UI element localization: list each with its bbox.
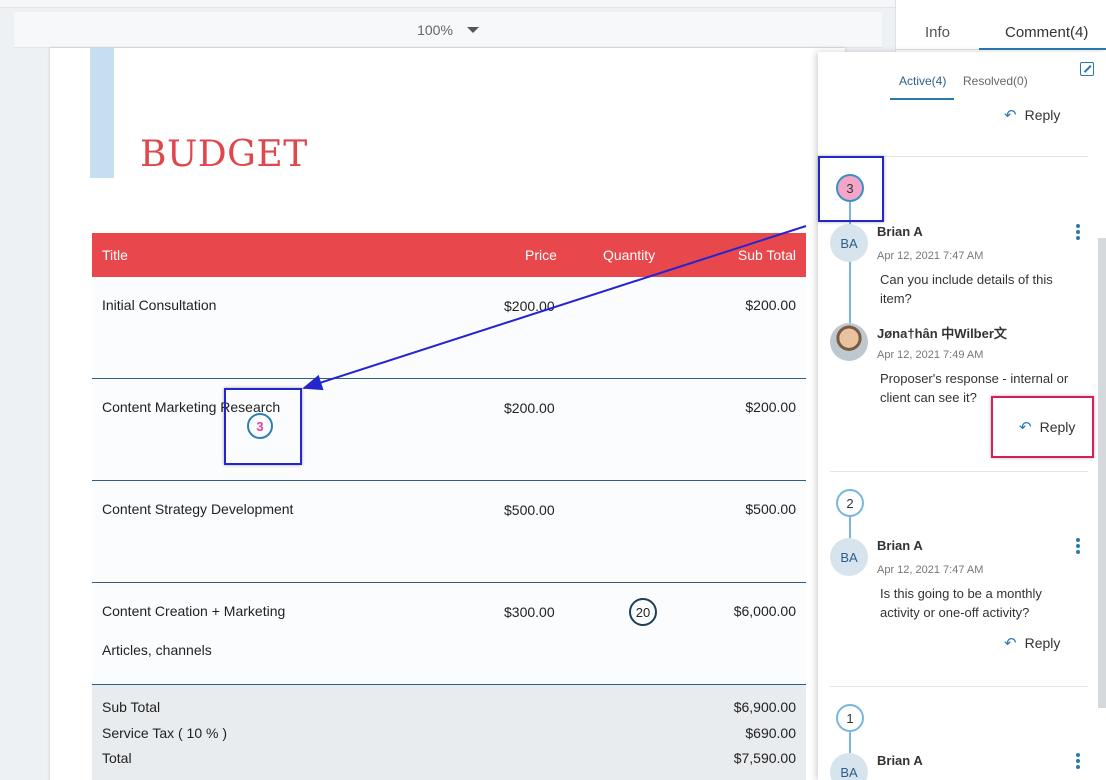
summary-value: $690.00 xyxy=(745,725,796,741)
comment-time: Apr 12, 2021 7:47 AM xyxy=(877,564,984,576)
budget-table: Title Price Quantity Sub Total Initial C… xyxy=(92,233,806,780)
summary-block: Sub Total $6,900.00 Service Tax ( 10 % )… xyxy=(92,685,806,780)
reply-button[interactable]: ↶ Reply xyxy=(1004,106,1060,124)
reply-button[interactable]: ↶ Reply xyxy=(1004,634,1060,652)
zoom-bar: 100% xyxy=(14,12,882,48)
zoom-value[interactable]: 100% xyxy=(417,22,453,38)
reply-label: Reply xyxy=(1024,635,1061,651)
summary-label: Sub Total xyxy=(102,699,161,715)
reply-icon: ↶ xyxy=(1004,635,1017,652)
chevron-down-icon[interactable] xyxy=(466,26,479,33)
header-price: Price xyxy=(525,247,557,263)
table-row: Content Creation + Marketing Articles, c… xyxy=(92,583,806,685)
quantity-comment-marker[interactable]: 20 xyxy=(629,598,657,626)
panel-tabs: Info Comment(4) xyxy=(896,14,1106,50)
summary-label: Service Tax ( 10 % ) xyxy=(102,725,228,741)
avatar: BA xyxy=(830,538,868,576)
summary-value: $7,590.00 xyxy=(733,750,796,766)
table-header: Title Price Quantity Sub Total xyxy=(92,233,806,277)
collapse-icon[interactable] xyxy=(1080,62,1094,76)
summary-label: Total xyxy=(102,750,132,766)
row-subtitle: Articles, channels xyxy=(102,642,212,658)
subtab-resolved[interactable]: Resolved(0) xyxy=(963,74,1028,88)
annotation-highlight-box xyxy=(818,156,884,222)
more-options-icon[interactable] xyxy=(1076,753,1080,771)
row-price: $300.00 xyxy=(504,604,555,620)
comment-author: Brian A xyxy=(877,538,923,553)
avatar: BA xyxy=(830,753,868,780)
row-title: Content Strategy Development xyxy=(102,501,294,517)
divider xyxy=(830,471,1088,472)
comment-time: Apr 12, 2021 7:47 AM xyxy=(877,250,984,262)
thread-line xyxy=(849,732,851,753)
subtab-underline xyxy=(890,98,954,100)
row-total: $500.00 xyxy=(745,501,796,517)
header-title: Title xyxy=(102,247,128,263)
document-page: BUDGET Title Price Quantity Sub Total In… xyxy=(50,48,845,780)
accent-bar xyxy=(90,48,114,178)
avatar-photo xyxy=(830,323,868,361)
tab-underline xyxy=(979,48,1106,50)
header-quantity: Quantity xyxy=(603,247,656,263)
header-subtotal: Sub Total xyxy=(737,247,796,263)
row-total: $200.00 xyxy=(745,399,796,415)
thread-marker[interactable]: 2 xyxy=(836,489,864,517)
avatar: BA xyxy=(830,224,868,262)
row-price: $200.00 xyxy=(504,400,555,416)
document-title: BUDGET xyxy=(140,134,308,175)
table-row: Initial Consultation $200.00 $200.00 xyxy=(92,277,806,379)
comment-text: Can you include details of this item? xyxy=(880,272,1053,306)
annotation-highlight-box xyxy=(224,388,302,465)
row-title: Content Creation + Marketing xyxy=(102,603,286,619)
comment-author: Brian A xyxy=(877,753,923,768)
row-total: $6,000.00 xyxy=(733,603,796,619)
more-options-icon[interactable] xyxy=(1076,538,1080,556)
reply-icon: ↶ xyxy=(1004,107,1017,124)
scrollbar[interactable] xyxy=(1098,238,1106,708)
thread-line xyxy=(849,517,851,538)
comment-text: Is this going to be a monthly activity o… xyxy=(880,586,1042,620)
row-total: $200.00 xyxy=(745,297,796,313)
reply-label: Reply xyxy=(1024,107,1061,123)
table-row: Content Marketing Research $200.00 $200.… xyxy=(92,379,806,481)
table-row: Content Strategy Development $500.00 $50… xyxy=(92,481,806,583)
annotation-highlight-box xyxy=(991,396,1094,458)
thread-marker[interactable]: 1 xyxy=(836,704,864,732)
row-price: $500.00 xyxy=(504,502,555,518)
row-price: $200.00 xyxy=(504,298,555,314)
tab-comment[interactable]: Comment(4) xyxy=(1005,24,1088,41)
divider xyxy=(830,686,1088,687)
summary-value: $6,900.00 xyxy=(733,699,796,715)
comment-author: Jøna†hân 中Wilber文 xyxy=(877,326,1007,341)
comment-time: Apr 12, 2021 7:49 AM xyxy=(877,349,984,361)
top-strip xyxy=(0,0,895,8)
row-title: Initial Consultation xyxy=(102,297,217,313)
subtab-active[interactable]: Active(4) xyxy=(899,74,946,88)
tab-info[interactable]: Info xyxy=(925,24,950,41)
comment-author: Brian A xyxy=(877,224,923,239)
more-options-icon[interactable] xyxy=(1076,224,1080,242)
